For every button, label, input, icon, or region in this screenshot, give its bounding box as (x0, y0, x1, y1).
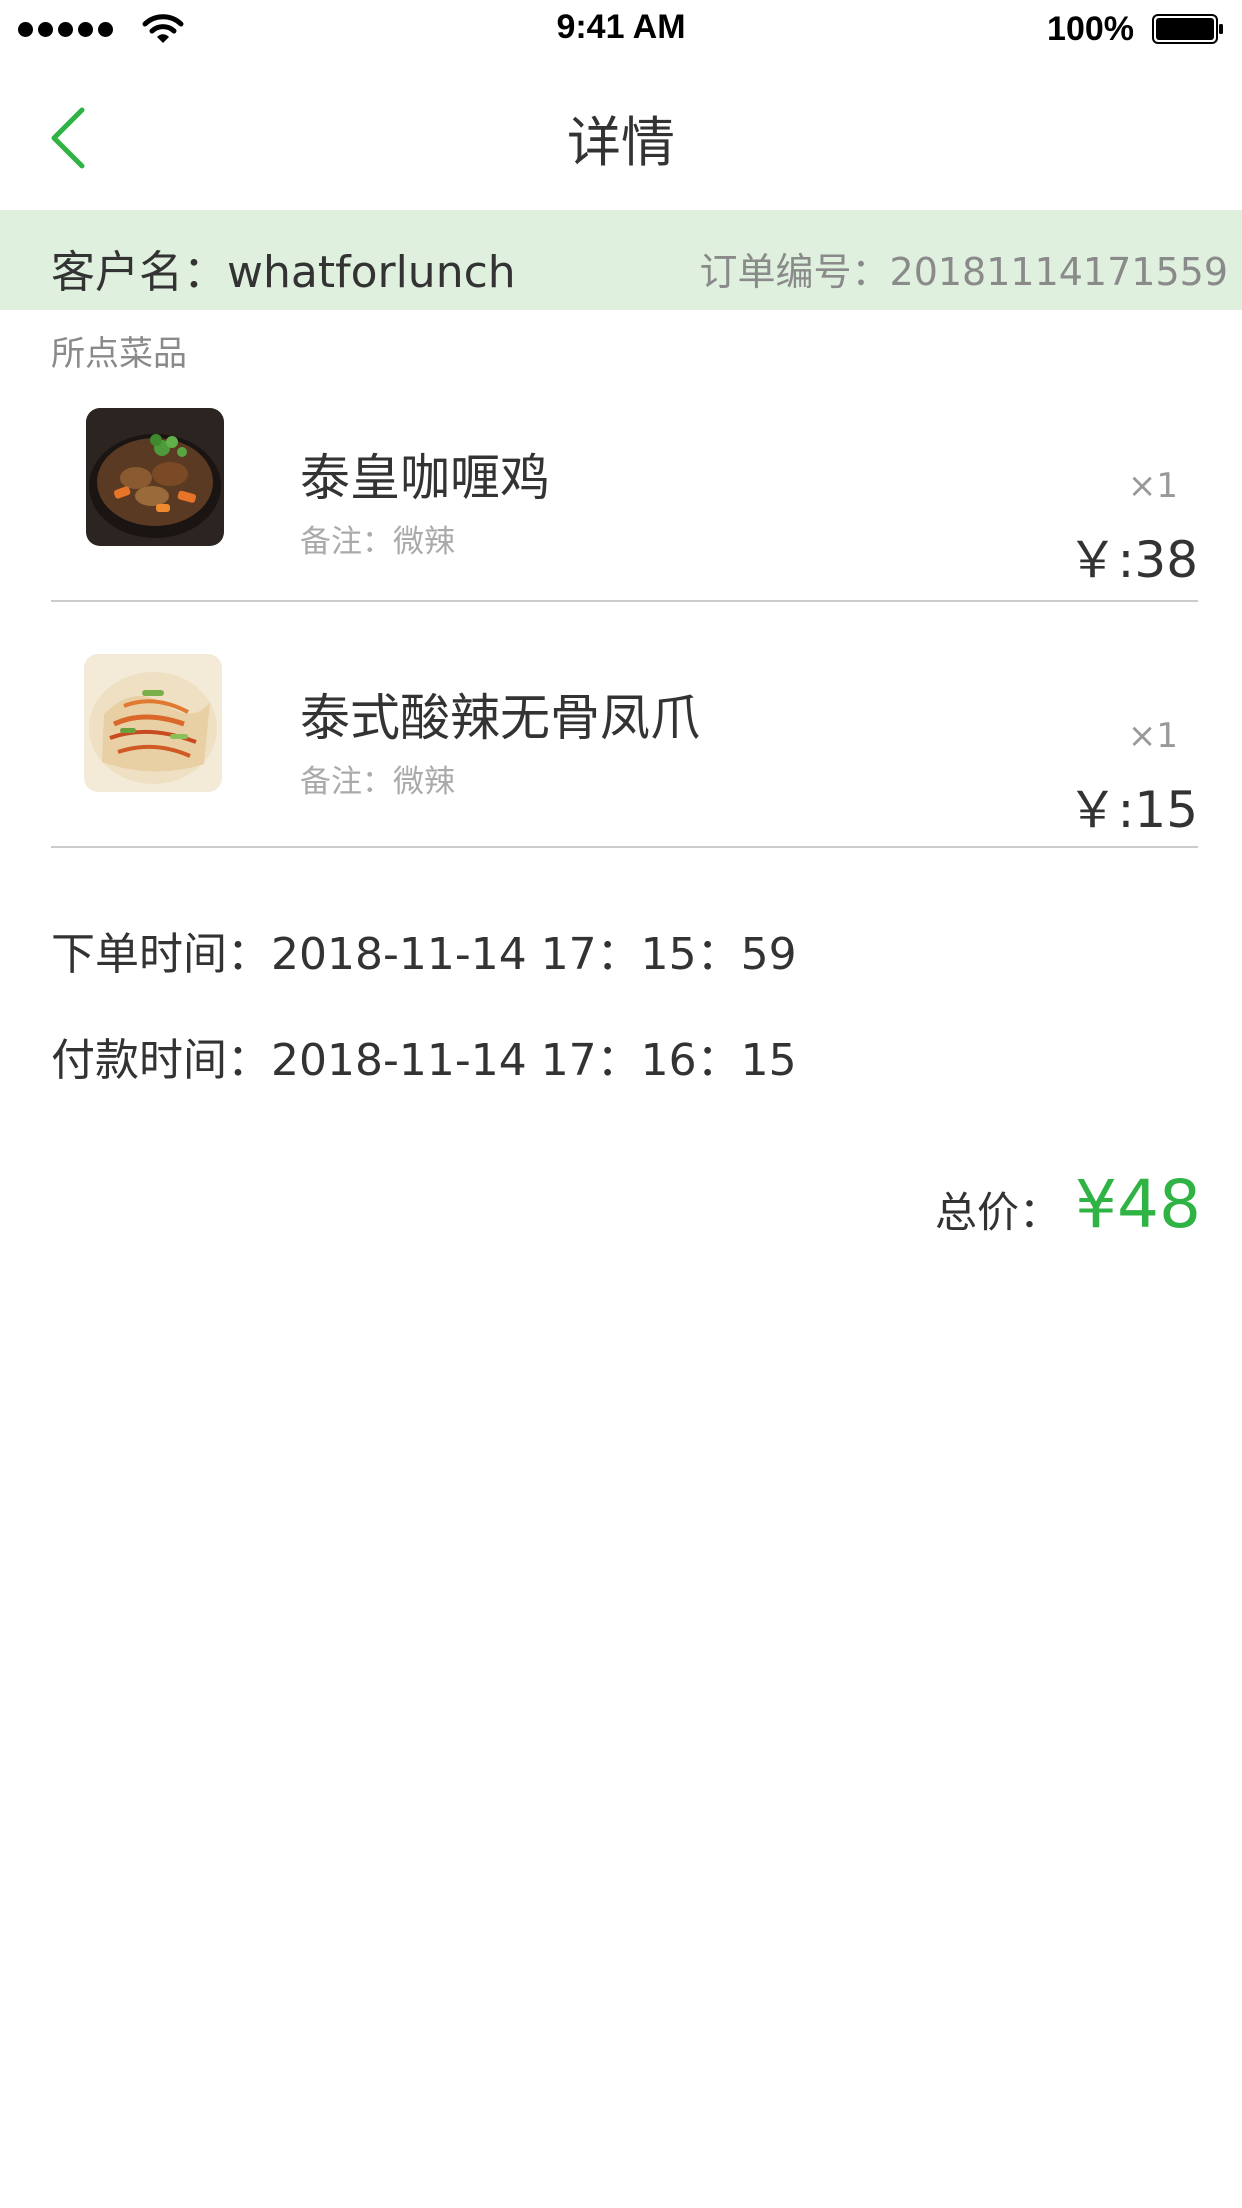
battery-icon (1152, 14, 1223, 44)
battery-percentage: 100% (1047, 10, 1134, 48)
nav-bar: 详情 (0, 60, 1242, 210)
dish-note: 备注：微辣 (300, 764, 455, 800)
dish-quantity: ×1 (1127, 716, 1178, 756)
payment-time: 付款时间：2018-11-14 17：16：15 (51, 1035, 797, 1086)
order-number: 订单编号：20181114171559 (699, 250, 1228, 294)
dish-image (86, 408, 224, 546)
dish-price: ￥:15 (1067, 781, 1198, 839)
total-price: 总价： ¥48 (935, 1166, 1201, 1243)
dish-note: 备注：微辣 (300, 524, 455, 560)
page-title: 详情 (567, 111, 675, 174)
dish-image (84, 654, 222, 792)
dish-name: 泰式酸辣无骨凤爪 (300, 689, 700, 747)
status-bar: 9:41 AM 100% (0, 0, 1242, 60)
dish-name: 泰皇咖喱鸡 (300, 449, 550, 507)
order-header: 客户名：whatforlunch 订单编号：20181114171559 (0, 210, 1242, 310)
dishes-section-label: 所点菜品 (51, 334, 187, 374)
total-value: ¥48 (1075, 1166, 1201, 1243)
order-time: 下单时间：2018-11-14 17：15：59 (51, 929, 797, 980)
total-label: 总价： (935, 1188, 1062, 1237)
customer-name: 客户名：whatforlunch (51, 247, 516, 298)
dish-quantity: ×1 (1127, 466, 1178, 506)
dish-item[interactable]: 泰式酸辣无骨凤爪 备注：微辣 ×1 ￥:15 (51, 602, 1198, 848)
dish-price: ￥:38 (1067, 531, 1198, 589)
dish-item[interactable]: 泰皇咖喱鸡 备注：微辣 ×1 ￥:38 (51, 402, 1198, 602)
